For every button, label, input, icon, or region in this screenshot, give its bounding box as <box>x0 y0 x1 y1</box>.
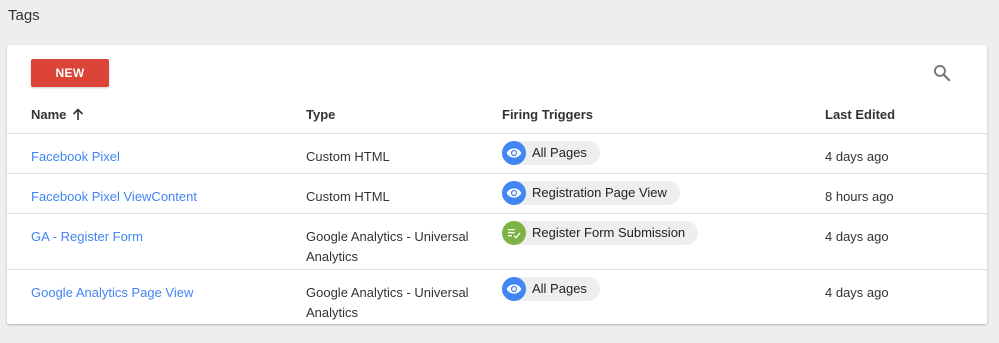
page-title: Tags <box>8 7 40 24</box>
table-row: Facebook Pixel Custom HTML All Pages 4 d… <box>7 134 987 174</box>
tag-name-link[interactable]: GA - Register Form <box>31 229 143 244</box>
header-name-label: Name <box>31 107 67 122</box>
trigger-label: All Pages <box>532 281 587 296</box>
tags-card: NEW Name Type Firing Triggers Last Edite… <box>7 45 987 324</box>
search-icon <box>934 65 951 82</box>
table-header: Name Type Firing Triggers Last Edited <box>7 93 987 134</box>
header-firing-triggers[interactable]: Firing Triggers <box>502 107 593 122</box>
search-button[interactable] <box>929 60 955 86</box>
table-row: Facebook Pixel ViewContent Custom HTML R… <box>7 174 987 214</box>
trigger-chip[interactable]: Registration Page View <box>502 181 680 205</box>
form-submit-icon <box>508 229 521 239</box>
trigger-label: All Pages <box>532 145 587 160</box>
trigger-label: Register Form Submission <box>532 225 686 240</box>
header-type[interactable]: Type <box>306 107 486 122</box>
eye-icon <box>506 188 522 198</box>
table-row: Google Analytics Page View Google Analyt… <box>7 270 987 324</box>
eye-icon <box>506 148 522 158</box>
table-row: GA - Register Form Google Analytics - Un… <box>7 214 987 270</box>
new-tag-button[interactable]: NEW <box>31 59 109 87</box>
trigger-chip[interactable]: All Pages <box>502 277 600 301</box>
tag-type: Google Analytics - Universal Analytics <box>306 285 469 320</box>
eye-icon <box>506 284 522 294</box>
last-edited: 4 days ago <box>825 229 889 244</box>
last-edited: 4 days ago <box>825 149 889 164</box>
header-name[interactable]: Name <box>31 107 84 122</box>
tag-name-link[interactable]: Facebook Pixel ViewContent <box>31 189 197 204</box>
last-edited: 4 days ago <box>825 285 889 300</box>
trigger-label: Registration Page View <box>532 185 667 200</box>
header-last-edited[interactable]: Last Edited <box>825 107 895 122</box>
tag-name-link[interactable]: Facebook Pixel <box>31 149 120 164</box>
last-edited: 8 hours ago <box>825 189 894 204</box>
tag-type: Custom HTML <box>306 189 390 204</box>
tag-name-link[interactable]: Google Analytics Page View <box>31 285 193 300</box>
trigger-chip[interactable]: Register Form Submission <box>502 221 699 245</box>
tag-type: Custom HTML <box>306 149 390 164</box>
trigger-chip[interactable]: All Pages <box>502 141 600 165</box>
tag-type: Google Analytics - Universal Analytics <box>306 229 469 264</box>
arrow-up-icon <box>73 108 84 120</box>
